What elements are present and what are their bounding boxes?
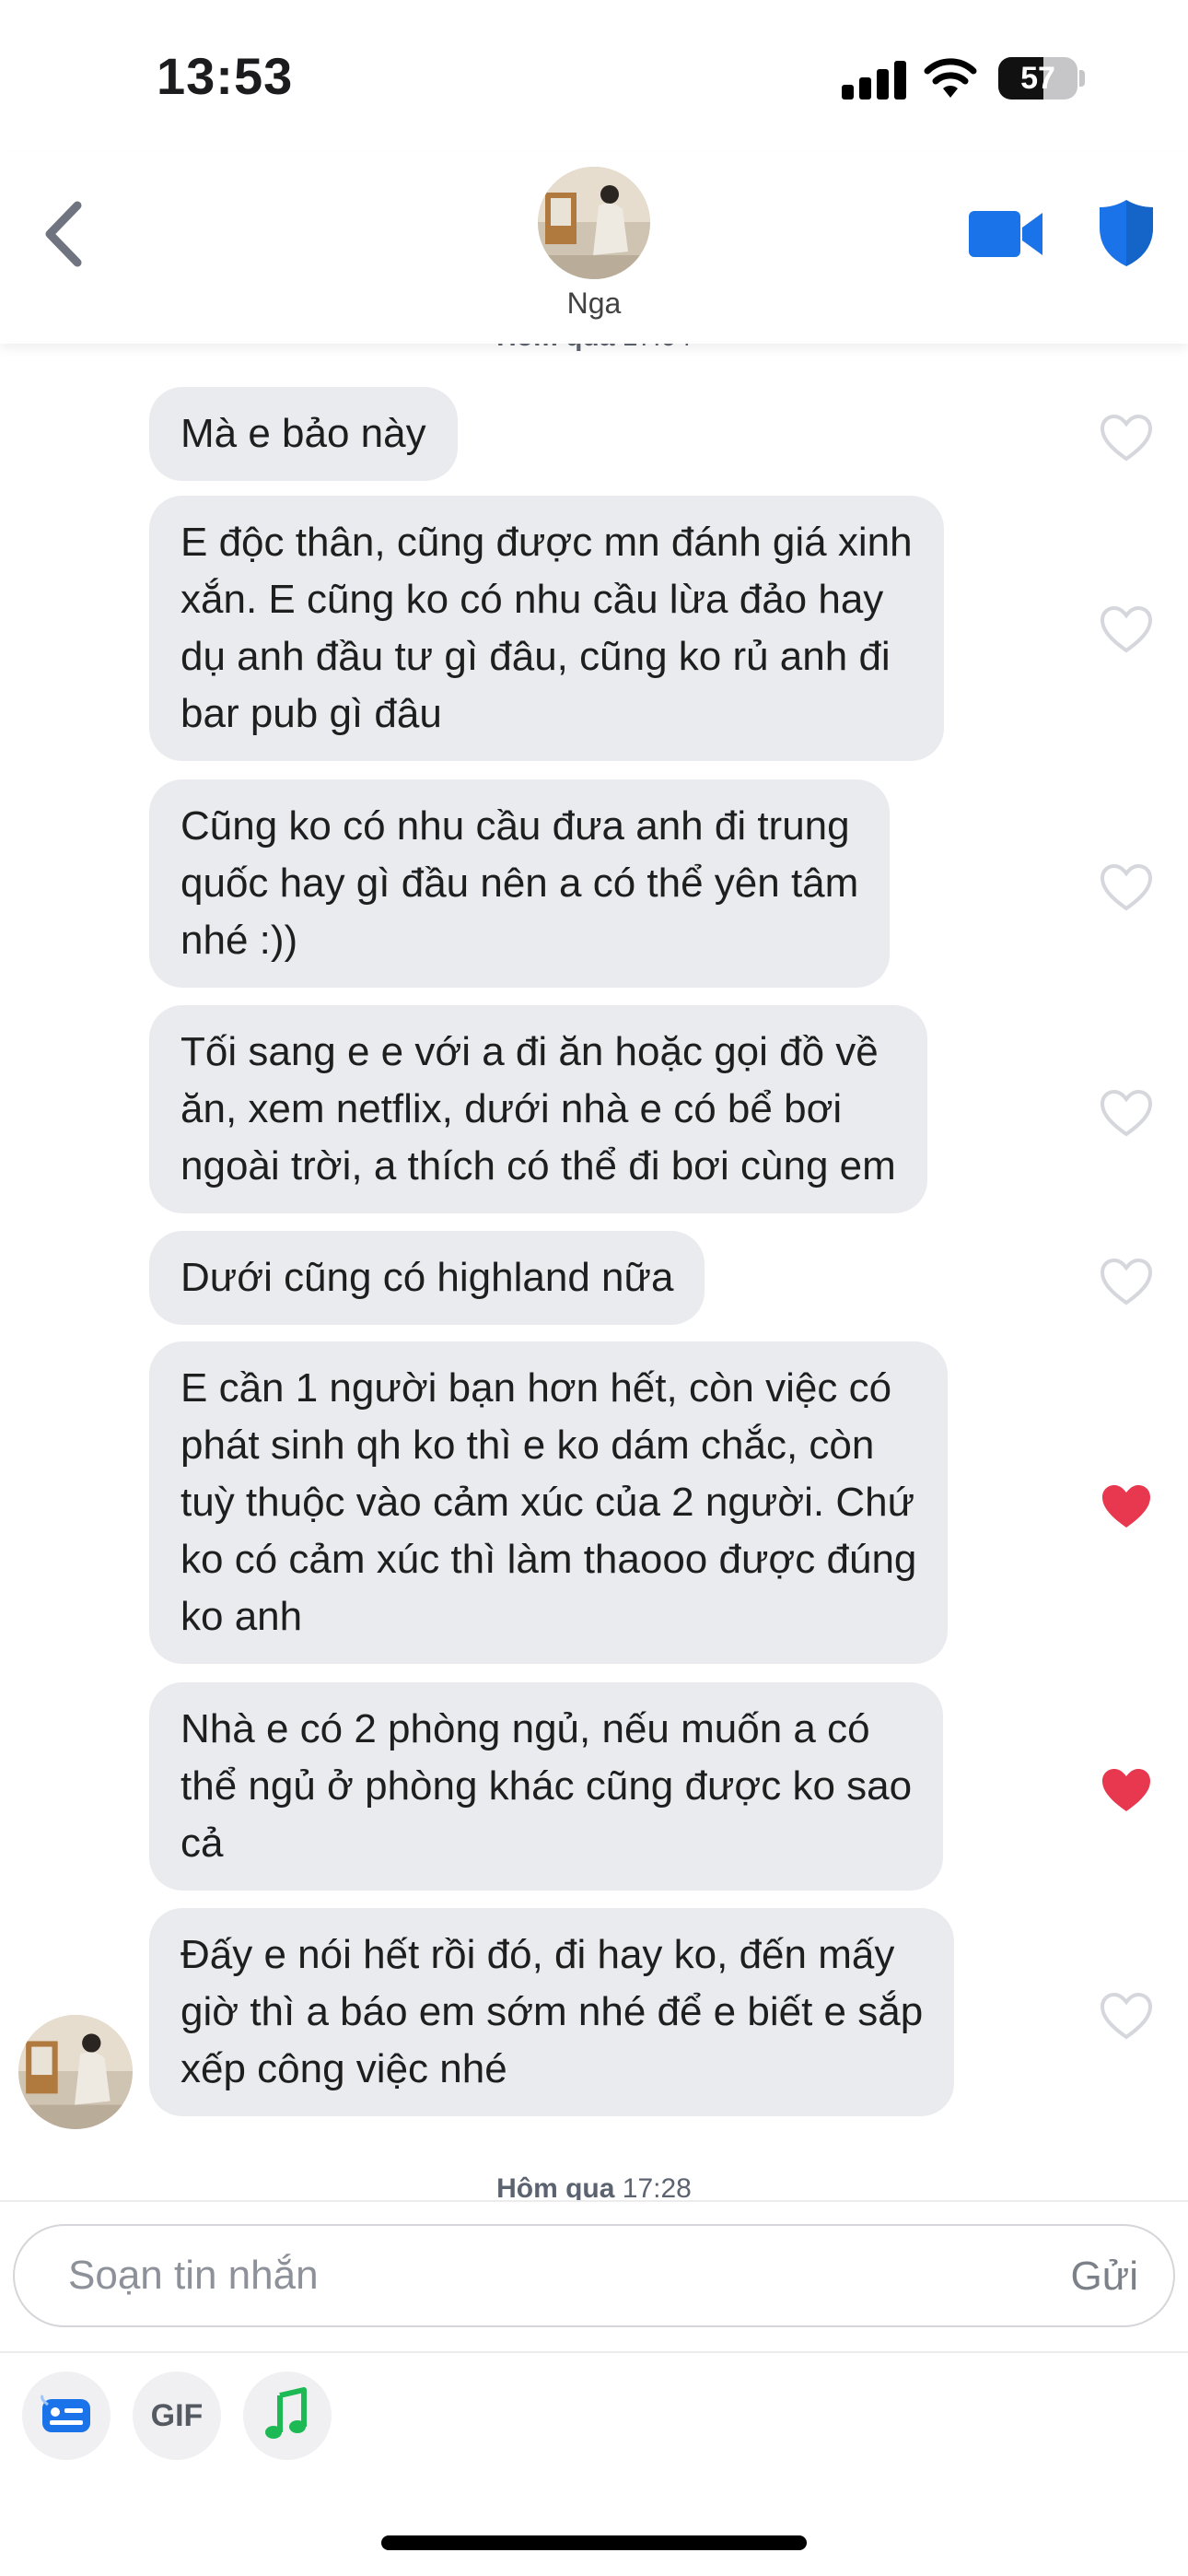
timestamp-separator: Hôm qua 17:04 bbox=[0, 344, 1188, 353]
wifi-icon bbox=[924, 58, 977, 98]
message-bubble[interactable]: Tối sang e e với a đi ăn hoặc gọi đồ về … bbox=[149, 1005, 927, 1213]
back-button[interactable] bbox=[33, 193, 98, 275]
battery-icon: 57 bbox=[998, 57, 1077, 100]
like-heart-icon[interactable] bbox=[1099, 413, 1154, 463]
sticker-button[interactable] bbox=[22, 2371, 111, 2460]
like-heart-icon[interactable] bbox=[1099, 604, 1154, 654]
message-list[interactable]: Hôm qua 17:04 Mà e bảo này E độc thân, c… bbox=[0, 344, 1188, 2200]
avatar-photo bbox=[538, 167, 650, 279]
message-bubble[interactable]: Cũng ko có nhu cầu đưa anh đi trung quốc… bbox=[149, 779, 891, 988]
like-heart-icon[interactable] bbox=[1099, 1257, 1154, 1306]
cellular-signal-icon bbox=[842, 59, 906, 100]
message-input[interactable] bbox=[66, 2226, 987, 2325]
like-heart-icon[interactable] bbox=[1099, 1088, 1154, 1138]
video-call-button[interactable] bbox=[967, 205, 1044, 263]
like-heart-icon[interactable] bbox=[1099, 862, 1154, 912]
music-note-icon bbox=[265, 2387, 307, 2439]
message-bubble[interactable]: E độc thân, cũng được mn đánh giá xinh x… bbox=[149, 496, 944, 761]
gif-button[interactable]: GIF bbox=[133, 2371, 221, 2460]
message-bubble[interactable]: E cần 1 người bạn hơn hết, còn việc có p… bbox=[149, 1341, 949, 1664]
battery-cap bbox=[1079, 70, 1085, 87]
liked-heart-icon[interactable] bbox=[1099, 1481, 1154, 1531]
contact-avatar[interactable] bbox=[538, 167, 650, 279]
sticker-card-icon bbox=[41, 2395, 90, 2432]
message-bubble[interactable]: Nhà e có 2 phòng ngủ, nếu muốn a có thể … bbox=[149, 1682, 944, 1891]
separator-time: 17:04 bbox=[623, 344, 692, 352]
timestamp-separator: Hôm qua 17:28 bbox=[0, 2173, 1188, 2200]
separator-time: 17:28 bbox=[622, 2173, 692, 2200]
separator-date: Hôm qua bbox=[496, 344, 614, 352]
sender-avatar[interactable] bbox=[18, 2015, 133, 2129]
battery-percent: 57 bbox=[1020, 61, 1055, 96]
divider bbox=[0, 2351, 1188, 2353]
safety-shield-button[interactable] bbox=[1096, 196, 1157, 270]
music-button[interactable] bbox=[243, 2371, 332, 2460]
message-bubble[interactable]: Đấy e nói hết rồi đó, đi hay ko, đến mấy… bbox=[149, 1908, 955, 2116]
status-bar: 13:53 57 bbox=[0, 0, 1188, 152]
home-indicator[interactable] bbox=[381, 2535, 807, 2550]
send-button[interactable]: Gửi bbox=[1071, 2254, 1138, 2300]
message-bubble[interactable]: Dưới cũng có highland nữa bbox=[149, 1231, 705, 1325]
like-heart-icon[interactable] bbox=[1099, 1991, 1154, 2041]
status-time: 13:53 bbox=[157, 47, 294, 105]
gif-label: GIF bbox=[150, 2398, 204, 2433]
message-composer: Gửi GIF bbox=[0, 2200, 1188, 2576]
chat-header: Nga bbox=[0, 152, 1188, 344]
contact-name[interactable]: Nga bbox=[502, 287, 686, 321]
message-input-container[interactable]: Gửi bbox=[13, 2224, 1175, 2327]
avatar-photo bbox=[18, 2015, 133, 2129]
message-bubble[interactable]: Mà e bảo này bbox=[149, 387, 458, 481]
liked-heart-icon[interactable] bbox=[1099, 1765, 1154, 1815]
separator-date: Hôm qua bbox=[496, 2173, 615, 2200]
